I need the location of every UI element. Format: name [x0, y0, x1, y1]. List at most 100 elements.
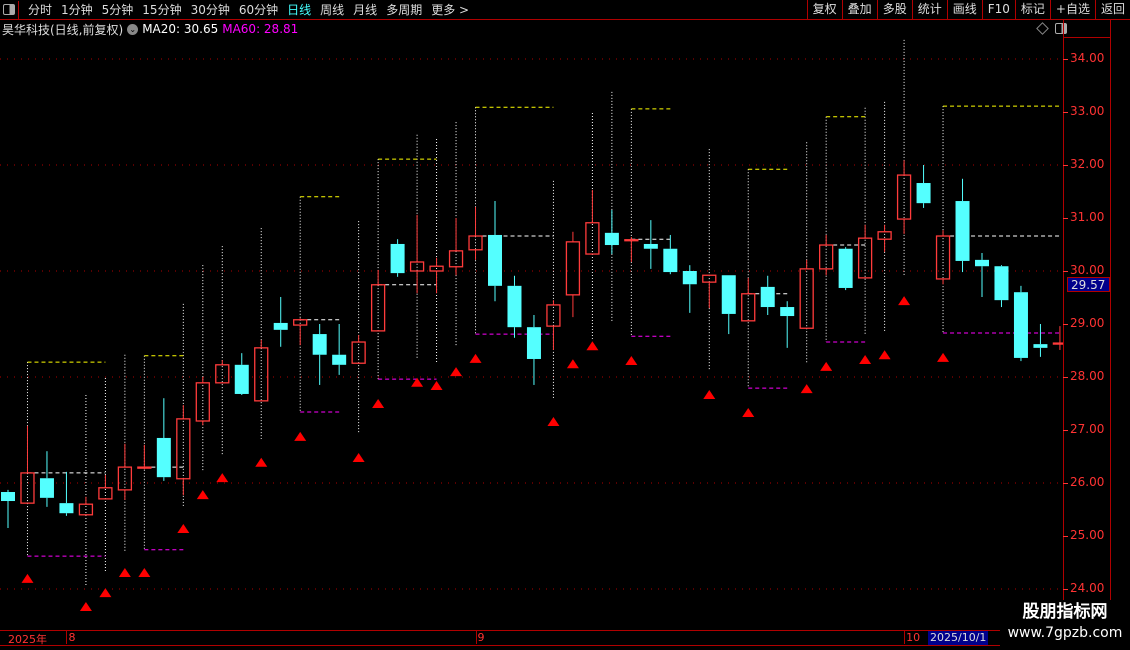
buy-signal-triangle: [469, 353, 482, 363]
buy-signal-triangle: [800, 384, 813, 394]
candle-body-down: [916, 183, 931, 204]
buy-signal-triangle: [118, 568, 131, 578]
candle-body-down: [390, 243, 405, 274]
candle-body-down: [1013, 292, 1028, 358]
price-tick-label: 32.00: [1070, 157, 1105, 171]
price-tick-label: 30.00: [1070, 263, 1105, 277]
axis-top-divider: [1063, 37, 1110, 38]
candle-body-up: [409, 261, 425, 272]
candle-body-down: [273, 322, 288, 330]
buy-signal-triangle: [586, 341, 599, 351]
price-tick: [1063, 536, 1068, 537]
candle-body-up: [877, 231, 892, 240]
price-tick-label: 25.00: [1070, 528, 1105, 542]
buy-signal-triangle: [99, 588, 112, 598]
time-tick-label: 9: [475, 631, 485, 644]
price-tick: [1063, 430, 1068, 431]
candle-body-down: [643, 243, 658, 249]
current-price-label: 29.57: [1067, 277, 1110, 292]
candle-body-down: [156, 437, 171, 478]
candle-body-down: [1, 492, 15, 502]
buy-signal-triangle: [216, 473, 229, 483]
candle-body-up: [448, 250, 464, 268]
buy-signal-triangle: [177, 524, 190, 534]
buy-signal-triangle: [859, 354, 872, 364]
candle-body-down: [975, 259, 989, 267]
price-tick-label: 34.00: [1070, 51, 1105, 65]
time-axis-line: [0, 630, 1000, 631]
buy-signal-triangle: [294, 431, 307, 441]
price-tick-label: 33.00: [1070, 104, 1105, 118]
candle-body-down: [721, 275, 736, 314]
candle-body-down: [682, 271, 697, 285]
candle-body-up: [20, 472, 35, 504]
time-tick-label: 2025年: [8, 633, 47, 646]
candle-body-up: [215, 364, 230, 384]
time-tick-label: 8: [66, 631, 76, 644]
candle-body-up: [819, 244, 834, 270]
candle-body-up: [254, 347, 269, 402]
buy-signal-triangle: [878, 350, 891, 360]
candle-body-down: [59, 503, 74, 514]
cursor-date-label: 2025/10/1: [928, 631, 989, 645]
candle-body-up: [624, 239, 639, 242]
watermark-title: 股朋指标网: [1022, 602, 1108, 622]
watermark-url: www.7gpzb.com: [1007, 625, 1123, 641]
candle-body-down: [39, 478, 54, 498]
buy-signal-triangle: [430, 380, 443, 390]
candle-body-down: [1033, 344, 1048, 348]
buy-signal-triangle: [898, 296, 911, 306]
price-tick: [1063, 59, 1068, 60]
price-tick: [1063, 218, 1068, 219]
price-tick-label: 24.00: [1070, 581, 1105, 595]
watermark: 股朋指标网 www.7gpzb.com: [1000, 600, 1130, 650]
buy-signal-triangle: [625, 356, 638, 366]
price-tick-label: 29.00: [1070, 316, 1105, 330]
price-tick: [1063, 589, 1068, 590]
price-tick: [1063, 377, 1068, 378]
candle-body-down: [507, 285, 522, 328]
price-tick: [1063, 483, 1068, 484]
panel-divider: [1110, 20, 1111, 645]
price-tick: [1063, 324, 1068, 325]
candle-body-up: [565, 241, 581, 296]
buy-signal-triangle: [255, 457, 268, 467]
candle-body-down: [312, 334, 327, 355]
buy-signal-triangle: [937, 352, 950, 362]
buy-signal-triangle: [372, 398, 385, 408]
buy-signal-triangle: [352, 453, 365, 463]
buy-signal-triangle: [196, 490, 209, 500]
buy-signal-triangle: [547, 416, 560, 426]
candle-body-down: [994, 266, 1009, 301]
buy-signal-triangle: [138, 568, 151, 578]
candle-body-down: [332, 354, 347, 365]
candle-body-down: [838, 248, 853, 288]
buy-signal-triangle: [742, 407, 755, 417]
buy-signal-triangle: [820, 361, 833, 371]
candle-body-down: [488, 234, 502, 286]
time-tick-label: 10: [904, 631, 921, 644]
price-tick: [1063, 165, 1068, 166]
price-tick: [1063, 112, 1068, 113]
buy-signal-triangle: [566, 359, 579, 369]
price-tick-label: 31.00: [1070, 210, 1105, 224]
toolbar-button-8[interactable]: 返回: [1094, 0, 1130, 19]
axis-divider: [1063, 20, 1064, 645]
buy-signal-triangle: [21, 573, 34, 583]
candle-body-down: [663, 248, 678, 273]
buy-signal-triangle: [703, 389, 716, 399]
candlestick-chart[interactable]: [0, 0, 1063, 630]
price-tick: [1063, 271, 1068, 272]
candle-body-up: [1052, 342, 1063, 345]
candle-body-down: [604, 232, 619, 246]
candle-body-down: [780, 307, 795, 317]
buy-signal-triangle: [450, 367, 463, 377]
candle-body-up: [935, 235, 951, 280]
price-tick-label: 26.00: [1070, 475, 1105, 489]
time-axis-bottom-line: [0, 645, 1000, 646]
candle-body-down: [955, 201, 970, 261]
candle-body-down: [234, 364, 249, 394]
buy-signal-triangle: [79, 601, 92, 611]
price-tick-label: 28.00: [1070, 369, 1105, 383]
candle-body-up: [137, 466, 152, 469]
